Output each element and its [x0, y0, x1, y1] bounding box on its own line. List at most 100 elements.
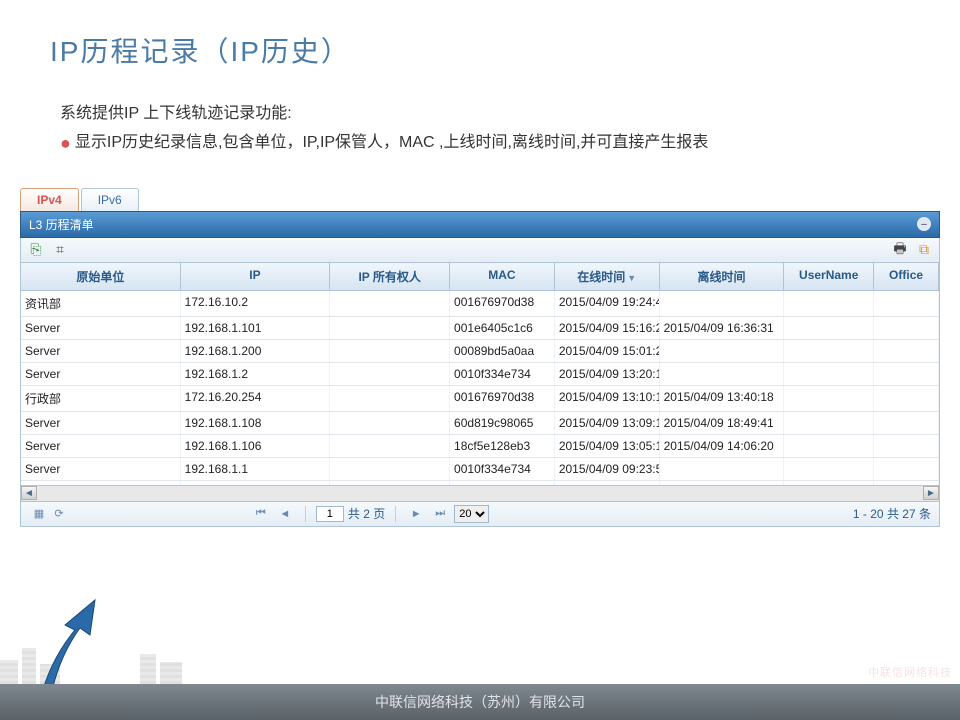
- table-cell: 0010f334e734: [450, 458, 555, 480]
- page-title: IP历程记录（IP历史）: [0, 0, 960, 70]
- table-cell: [330, 291, 450, 316]
- table-cell: [784, 340, 874, 362]
- table-cell: 0010f334e734: [450, 363, 555, 385]
- print-icon[interactable]: 🖶: [891, 241, 909, 259]
- col-header-offline[interactable]: 离线时间: [660, 263, 785, 290]
- table-cell: [874, 435, 939, 457]
- scroll-left-icon[interactable]: ◄: [21, 486, 37, 500]
- table-cell: [660, 291, 785, 316]
- horizontal-scrollbar[interactable]: ◄ ►: [20, 486, 940, 502]
- col-header-online[interactable]: 在线时间▼: [555, 263, 660, 290]
- table-cell: 00089bd5a0aa: [450, 340, 555, 362]
- description-block: 系统提供IP 上下线轨迹记录功能: ● 显示IP历史纪录信息,包含单位，IP,I…: [0, 70, 960, 178]
- table-row[interactable]: Server192.168.1.20000089bd5a0aa2015/04/0…: [21, 340, 939, 363]
- scroll-right-icon[interactable]: ►: [923, 486, 939, 500]
- table-row[interactable]: Server192.168.1.101001e6405c1c62015/04/0…: [21, 317, 939, 340]
- columns-icon[interactable]: ▦: [31, 506, 47, 522]
- table-cell: Server: [21, 363, 181, 385]
- tab-ipv4[interactable]: IPv4: [20, 188, 79, 211]
- table-cell: [330, 458, 450, 480]
- tab-ipv6[interactable]: IPv6: [81, 188, 139, 211]
- table-cell: [330, 386, 450, 411]
- pager-bar: ▦ ⟳ ⏮ ◄ 共 2 页 ► ⏭ 20 1 - 20 共 27 条: [20, 502, 940, 527]
- table-cell: 001676970d38: [450, 291, 555, 316]
- table-row[interactable]: 资讯部172.16.10.2 001676970d382015/04/09 19:…: [21, 291, 939, 317]
- panel-header: L3 历程清单 –: [20, 211, 940, 238]
- table-cell: Server: [21, 458, 181, 480]
- table-row[interactable]: Server192.168.1.10860d819c980652015/04/0…: [21, 412, 939, 435]
- col-header-ip[interactable]: IP: [181, 263, 331, 290]
- table-row[interactable]: Server192.168.1.1 0010f334e7342015/04/09 …: [21, 458, 939, 481]
- sort-desc-icon: ▼: [627, 273, 636, 283]
- table-cell: 172.16.10.2: [181, 291, 331, 316]
- download-icon[interactable]: ⧉: [915, 241, 933, 259]
- table-cell: 资讯部: [21, 291, 181, 316]
- table-cell: [874, 291, 939, 316]
- grid-container: IPv4 IPv6 L3 历程清单 – ⎘ ⌗ 🖶 ⧉ 原始单位 IP IP 所…: [20, 188, 940, 527]
- table-cell: [874, 340, 939, 362]
- col-header-username[interactable]: UserName: [784, 263, 874, 290]
- table-cell: [784, 412, 874, 434]
- footer-company: 中联信网络科技（苏州）有限公司: [375, 692, 585, 712]
- table-cell: [330, 317, 450, 339]
- pager-info: 1 - 20 共 27 条: [853, 505, 931, 522]
- page-number-input[interactable]: [316, 506, 344, 522]
- table-cell: 行政部: [21, 386, 181, 411]
- table-cell: 192.168.1.108: [181, 412, 331, 434]
- table-cell: [874, 386, 939, 411]
- table-cell: 001e6405c1c6: [450, 317, 555, 339]
- table-cell: [784, 363, 874, 385]
- collapse-icon[interactable]: –: [917, 217, 931, 231]
- table-cell: Server: [21, 435, 181, 457]
- table-cell: [784, 435, 874, 457]
- table-cell: [330, 435, 450, 457]
- table-cell: 172.16.20.254: [181, 386, 331, 411]
- next-page-icon[interactable]: ►: [408, 506, 424, 522]
- grid-toolbar: ⎘ ⌗ 🖶 ⧉: [20, 238, 940, 263]
- table-cell: 192.168.1.2: [181, 363, 331, 385]
- description-intro: 系统提供IP 上下线轨迹记录功能:: [60, 100, 900, 129]
- table-cell: 2015/04/09 14:06:20: [660, 435, 785, 457]
- first-page-icon[interactable]: ⏮: [253, 506, 269, 522]
- report-icon[interactable]: ⌗: [51, 241, 69, 259]
- watermark-text: 中联信网络科技: [868, 664, 952, 680]
- prev-page-icon[interactable]: ◄: [277, 506, 293, 522]
- table-cell: [784, 317, 874, 339]
- table-cell: 2015/04/09 19:24:44: [555, 291, 660, 316]
- table-cell: 2015/04/09 18:49:41: [660, 412, 785, 434]
- panel-title: L3 历程清单: [29, 216, 94, 233]
- table-row[interactable]: Server192.168.1.10618cf5e128eb32015/04/0…: [21, 435, 939, 458]
- last-page-icon[interactable]: ⏭: [432, 506, 448, 522]
- export-icon[interactable]: ⎘: [27, 241, 45, 259]
- table-cell: 2015/04/09 15:16:25: [555, 317, 660, 339]
- page-size-select[interactable]: 20: [454, 505, 489, 523]
- col-header-office[interactable]: Office: [874, 263, 939, 290]
- table-row[interactable]: Server192.168.1.2 0010f334e7342015/04/09 …: [21, 363, 939, 386]
- table-cell: [784, 291, 874, 316]
- table-cell: [784, 386, 874, 411]
- table-cell: [784, 458, 874, 480]
- table-cell: [874, 458, 939, 480]
- table-cell: 2015/04/09 13:20:17: [555, 363, 660, 385]
- protocol-tabs: IPv4 IPv6: [20, 188, 940, 211]
- table-cell: 2015/04/09 09:23:59: [555, 458, 660, 480]
- table-cell: [660, 458, 785, 480]
- table-cell: 2015/04/09 13:10:16: [555, 386, 660, 411]
- refresh-icon[interactable]: ⟳: [51, 506, 67, 522]
- col-header-mac[interactable]: MAC: [450, 263, 555, 290]
- description-bullet-text: 显示IP历史纪录信息,包含单位，IP,IP保管人，MAC ,上线时间,离线时间,…: [75, 129, 900, 158]
- table-cell: Server: [21, 317, 181, 339]
- table-cell: [330, 340, 450, 362]
- table-cell: [660, 363, 785, 385]
- table-row[interactable]: 行政部172.16.20.254001676970d382015/04/09 1…: [21, 386, 939, 412]
- table-cell: [874, 317, 939, 339]
- table-cell: 18cf5e128eb3: [450, 435, 555, 457]
- table-cell: [874, 363, 939, 385]
- col-header-unit[interactable]: 原始单位: [21, 263, 181, 290]
- table-cell: 2015/04/09 13:09:16: [555, 412, 660, 434]
- table-cell: Server: [21, 412, 181, 434]
- table-cell: 001676970d38: [450, 386, 555, 411]
- table-cell: 192.168.1.1: [181, 458, 331, 480]
- table-cell: 2015/04/09 13:40:18: [660, 386, 785, 411]
- col-header-owner[interactable]: IP 所有权人: [330, 263, 450, 290]
